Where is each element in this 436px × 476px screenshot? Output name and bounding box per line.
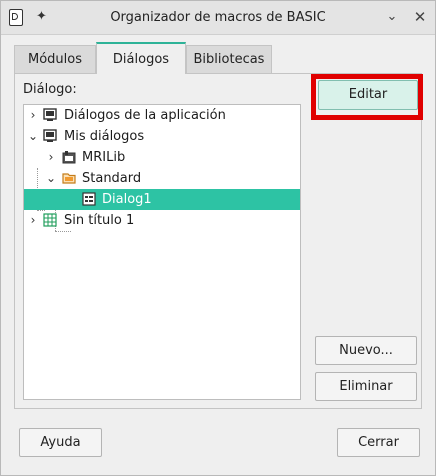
tree-item-label: Mis diálogos [64,129,145,144]
chevron-down-icon[interactable]: ⌄ [383,8,401,26]
dialog-tree[interactable]: › Diálogos de la aplicación ⌄ Mis diálog… [23,104,301,400]
chevron-right-icon[interactable]: › [44,147,58,168]
tree-item-mrilib[interactable]: › MRILib [24,147,300,168]
container-icon [43,108,57,121]
title-bar: ✦ Organizador de macros de BASIC ⌄ ✕ [1,1,435,35]
delete-button[interactable]: Eliminar [315,372,417,401]
library-icon [62,151,76,164]
new-button[interactable]: Nuevo... [315,336,417,365]
window-title: Organizador de macros de BASIC [110,10,326,25]
chevron-right-icon[interactable]: › [26,105,40,126]
chevron-down-icon[interactable]: ⌄ [44,168,58,189]
tree-item-dialog1[interactable]: Dialog1 [24,189,300,210]
dialog-label: Diálogo: [23,82,77,97]
tree-item-dialogos-aplicacion[interactable]: › Diálogos de la aplicación [24,105,300,126]
tab-modulos[interactable]: Módulos [14,45,96,73]
help-button[interactable]: Ayuda [19,428,102,457]
macro-organizer-window: ✦ Organizador de macros de BASIC ⌄ ✕ Mód… [0,0,436,476]
chevron-down-icon[interactable]: ⌄ [26,126,40,147]
dialog-icon [82,192,96,206]
tree-guide [55,231,71,232]
tree-item-label: Dialog1 [102,192,152,207]
close-button[interactable]: Cerrar [337,428,420,457]
tab-dialogos[interactable]: Diálogos [96,42,186,74]
tree-item-label: Sin título 1 [64,213,135,228]
tab-bibliotecas[interactable]: Bibliotecas [186,45,272,73]
close-icon[interactable]: ✕ [411,8,429,26]
tree-item-standard[interactable]: ⌄ Standard [24,168,300,189]
chevron-right-icon[interactable]: › [26,210,40,231]
tree-item-label: MRILib [82,150,126,165]
edit-button-highlight [311,74,423,120]
tree-item-label: Standard [82,171,142,186]
spreadsheet-icon [43,213,57,227]
dialogs-panel: Diálogo: › Diálogos de la aplicación ⌄ M… [14,73,422,409]
tree-item-label: Diálogos de la aplicación [64,108,226,123]
folder-icon [62,173,76,184]
container-icon [43,129,57,142]
tree-item-mis-dialogos[interactable]: ⌄ Mis diálogos [24,126,300,147]
tree-item-sin-titulo-1[interactable]: › Sin título 1 [24,210,300,231]
